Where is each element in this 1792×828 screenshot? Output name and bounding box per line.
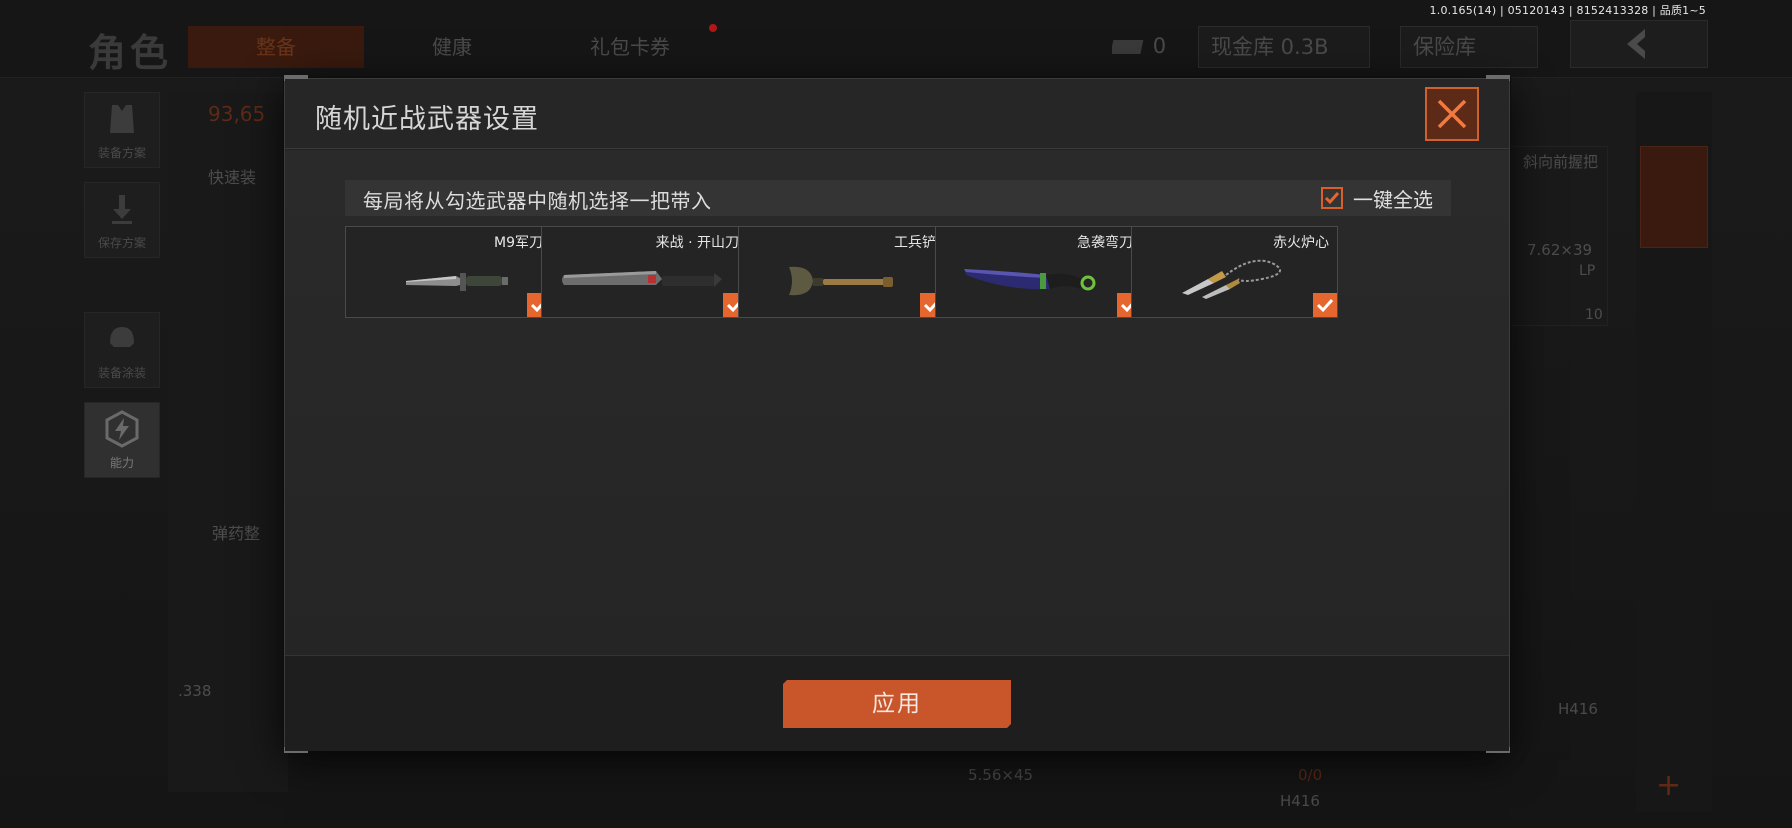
- caliber-762-label: 7.62×39: [1527, 241, 1593, 259]
- ammo-fragment: 弹药整: [212, 524, 261, 543]
- weapon-grid: M9军刀 来战 · 开山刀 工兵铲 急袭弯刀 赤火炉心: [345, 226, 1451, 318]
- ticket-currency[interactable]: 0: [1100, 26, 1210, 68]
- dialog-title: 随机近战武器设置: [315, 104, 539, 135]
- weapon-card-karambit[interactable]: 急袭弯刀: [935, 226, 1142, 318]
- close-icon: [1437, 99, 1467, 129]
- tab-equip[interactable]: 整备: [188, 26, 364, 68]
- equip-skin-label: 装备涂装: [97, 366, 146, 380]
- tab-gift-cards[interactable]: 礼包卡券: [560, 26, 700, 68]
- check-icon: [1324, 192, 1340, 205]
- lp-label: LP: [1579, 263, 1596, 279]
- random-melee-dialog: 随机近战武器设置 每局将从勾选武器中随机选择一把带入 一键全选 M9军刀 来战 …: [284, 75, 1510, 753]
- helmet-icon: [110, 327, 134, 347]
- equip-skin-button[interactable]: 装备涂装: [84, 312, 160, 388]
- equip-plan-label: 装备方案: [97, 146, 146, 160]
- notification-dot: [709, 24, 717, 32]
- lightning-hex-icon: [105, 410, 139, 448]
- weapon-card-machete[interactable]: 来战 · 开山刀: [541, 226, 748, 318]
- hint-text: 每局将从勾选武器中随机选择一把带入: [363, 189, 712, 213]
- weapon-checkbox[interactable]: [1313, 293, 1337, 317]
- chain-dagger-icon: [1182, 259, 1281, 299]
- machete-icon: [562, 271, 722, 287]
- tab-health[interactable]: 健康: [392, 26, 512, 68]
- hint-bar: 每局将从勾选武器中随机选择一把带入 一键全选: [345, 180, 1451, 216]
- back-arrow-icon: [1627, 29, 1645, 59]
- download-icon: [112, 195, 132, 224]
- cash-vault-label: 现金库 0.3B: [1211, 35, 1329, 59]
- select-all-toggle[interactable]: 一键全选: [1321, 185, 1433, 212]
- safe-button[interactable]: 保险库: [1400, 26, 1538, 68]
- page-title: 角色: [88, 31, 173, 75]
- weapon-card-shovel[interactable]: 工兵铲: [738, 226, 945, 318]
- bayonet-knife-icon: [406, 273, 508, 291]
- check-icon: [1316, 298, 1334, 313]
- caliber-556-label: 5.56×45: [968, 766, 1034, 784]
- add-icon[interactable]: +: [1656, 768, 1681, 803]
- dialog-footer: 应用: [285, 655, 1509, 751]
- safe-label: 保险库: [1413, 35, 1476, 59]
- weapon-card-chain-dagger[interactable]: 赤火炉心: [1131, 226, 1338, 318]
- ticket-icon: [1110, 40, 1144, 54]
- equipment-panel: 93,65 快速装 弹药整 .338: [168, 92, 288, 792]
- apply-button[interactable]: 应用: [783, 680, 1011, 728]
- select-all-checkbox[interactable]: [1321, 187, 1343, 209]
- count-label: 10: [1585, 307, 1603, 323]
- h416-label-a: H416: [1558, 700, 1598, 718]
- ability-label: 能力: [109, 456, 134, 470]
- weapon-card-m9[interactable]: M9军刀: [345, 226, 552, 318]
- dialog-body: 每局将从勾选武器中随机选择一把带入 一键全选 M9军刀 来战 · 开山刀 工兵铲…: [285, 150, 1509, 655]
- select-all-label: 一键全选: [1353, 187, 1433, 212]
- vest-icon: [110, 105, 134, 133]
- left-sidebar: 装备方案 保存方案 装备涂装 能力: [84, 92, 160, 492]
- save-plan-label: 保存方案: [97, 236, 146, 250]
- h416-label-b: H416: [1280, 792, 1320, 810]
- ammo-ratio-label: 0/0: [1298, 766, 1323, 784]
- back-button[interactable]: [1570, 20, 1708, 68]
- money-fragment: 93,65: [208, 102, 266, 126]
- save-plan-button[interactable]: 保存方案: [84, 182, 160, 258]
- equip-plan-button[interactable]: 装备方案: [84, 92, 160, 168]
- version-info: 1.0.165(14) | 05120143 | 8152413328 | 品质…: [1429, 4, 1706, 17]
- right-sidebar-active[interactable]: [1640, 146, 1708, 248]
- cash-vault-button[interactable]: 现金库 0.3B: [1198, 26, 1370, 68]
- close-button[interactable]: [1425, 87, 1479, 141]
- shovel-icon: [789, 266, 893, 296]
- ticket-count: 0: [1152, 34, 1167, 58]
- grip-label: 斜向前握把: [1523, 153, 1599, 171]
- karambit-icon: [964, 269, 1096, 291]
- inventory-strip: 斜向前握把 7.62×39 LP 10: [1508, 146, 1608, 326]
- ability-button[interactable]: 能力: [84, 402, 160, 478]
- quick-equip-fragment: 快速装: [208, 168, 257, 187]
- caliber-338-fragment: .338: [178, 682, 212, 700]
- dialog-header: 随机近战武器设置: [285, 79, 1509, 149]
